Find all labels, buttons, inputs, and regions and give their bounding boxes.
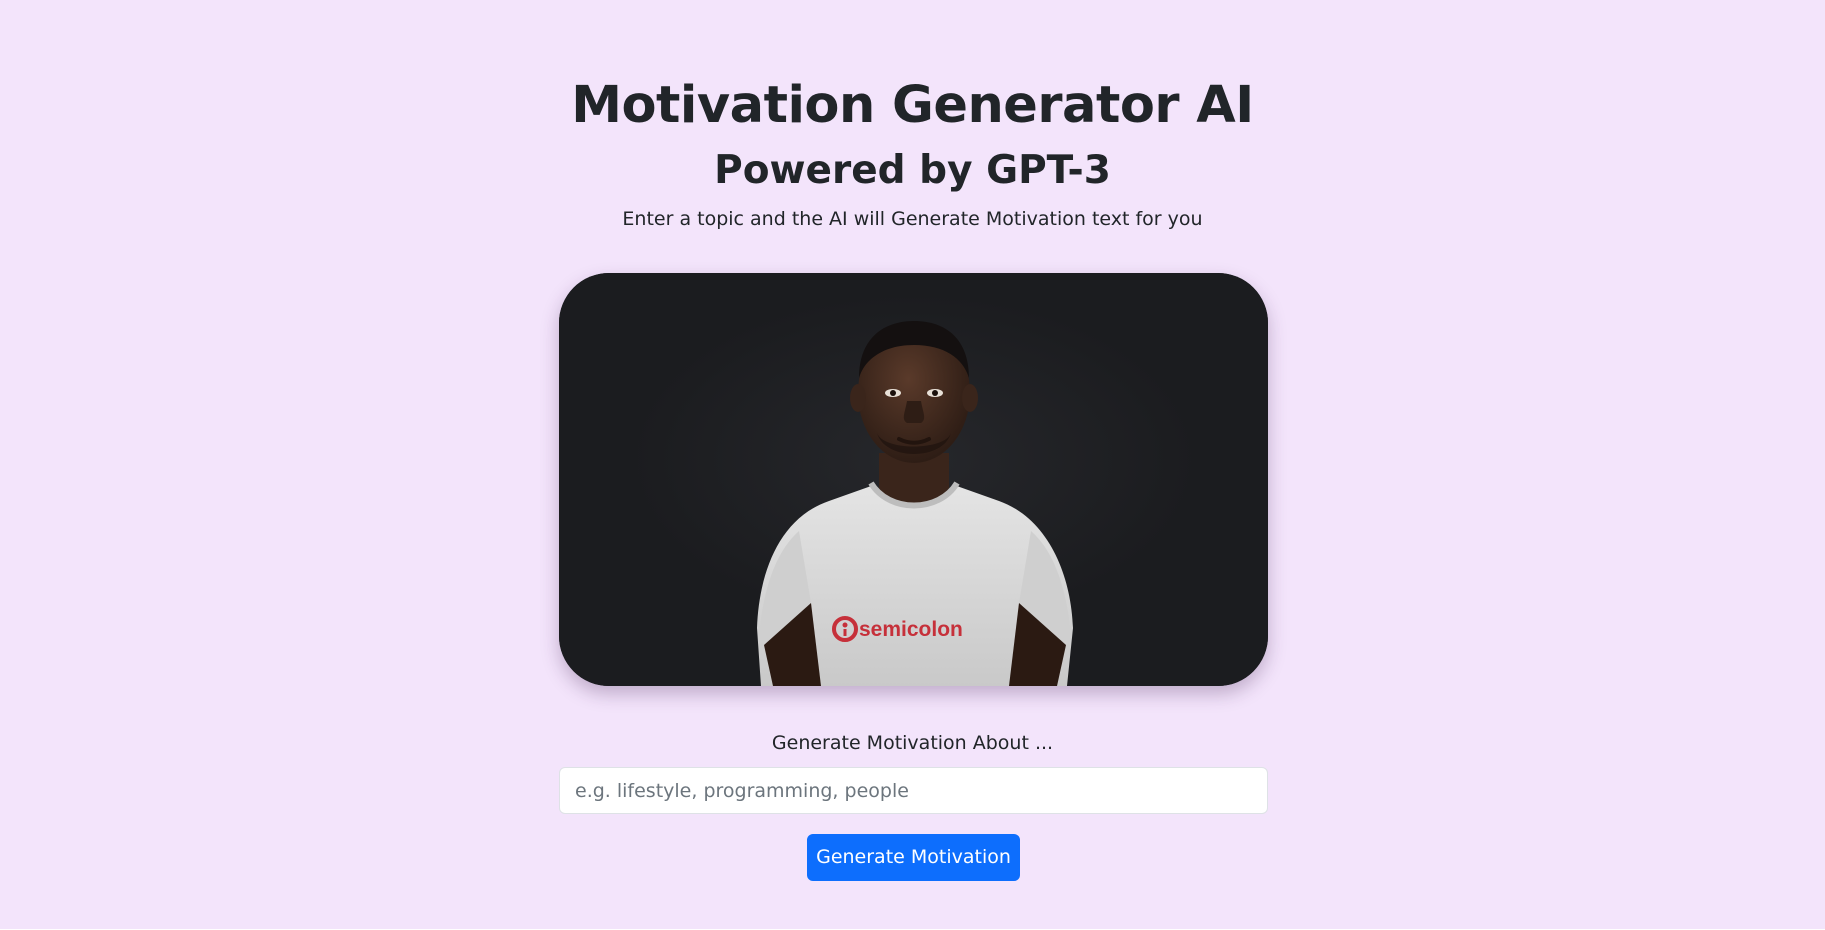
topic-input[interactable] — [559, 767, 1268, 814]
page-description: Enter a topic and the AI will Generate M… — [622, 208, 1203, 230]
generate-motivation-button[interactable]: Generate Motivation — [807, 834, 1020, 881]
topic-label: Generate Motivation About ... — [771, 732, 1054, 754]
page: Motivation Generator AI Powered by GPT-3… — [0, 0, 1825, 929]
page-subtitle: Powered by GPT-3 — [714, 148, 1111, 193]
page-title: Motivation Generator AI — [571, 76, 1254, 135]
shirt-logo-text: semicolon — [859, 618, 963, 641]
hero-image: semicolon — [559, 273, 1268, 686]
